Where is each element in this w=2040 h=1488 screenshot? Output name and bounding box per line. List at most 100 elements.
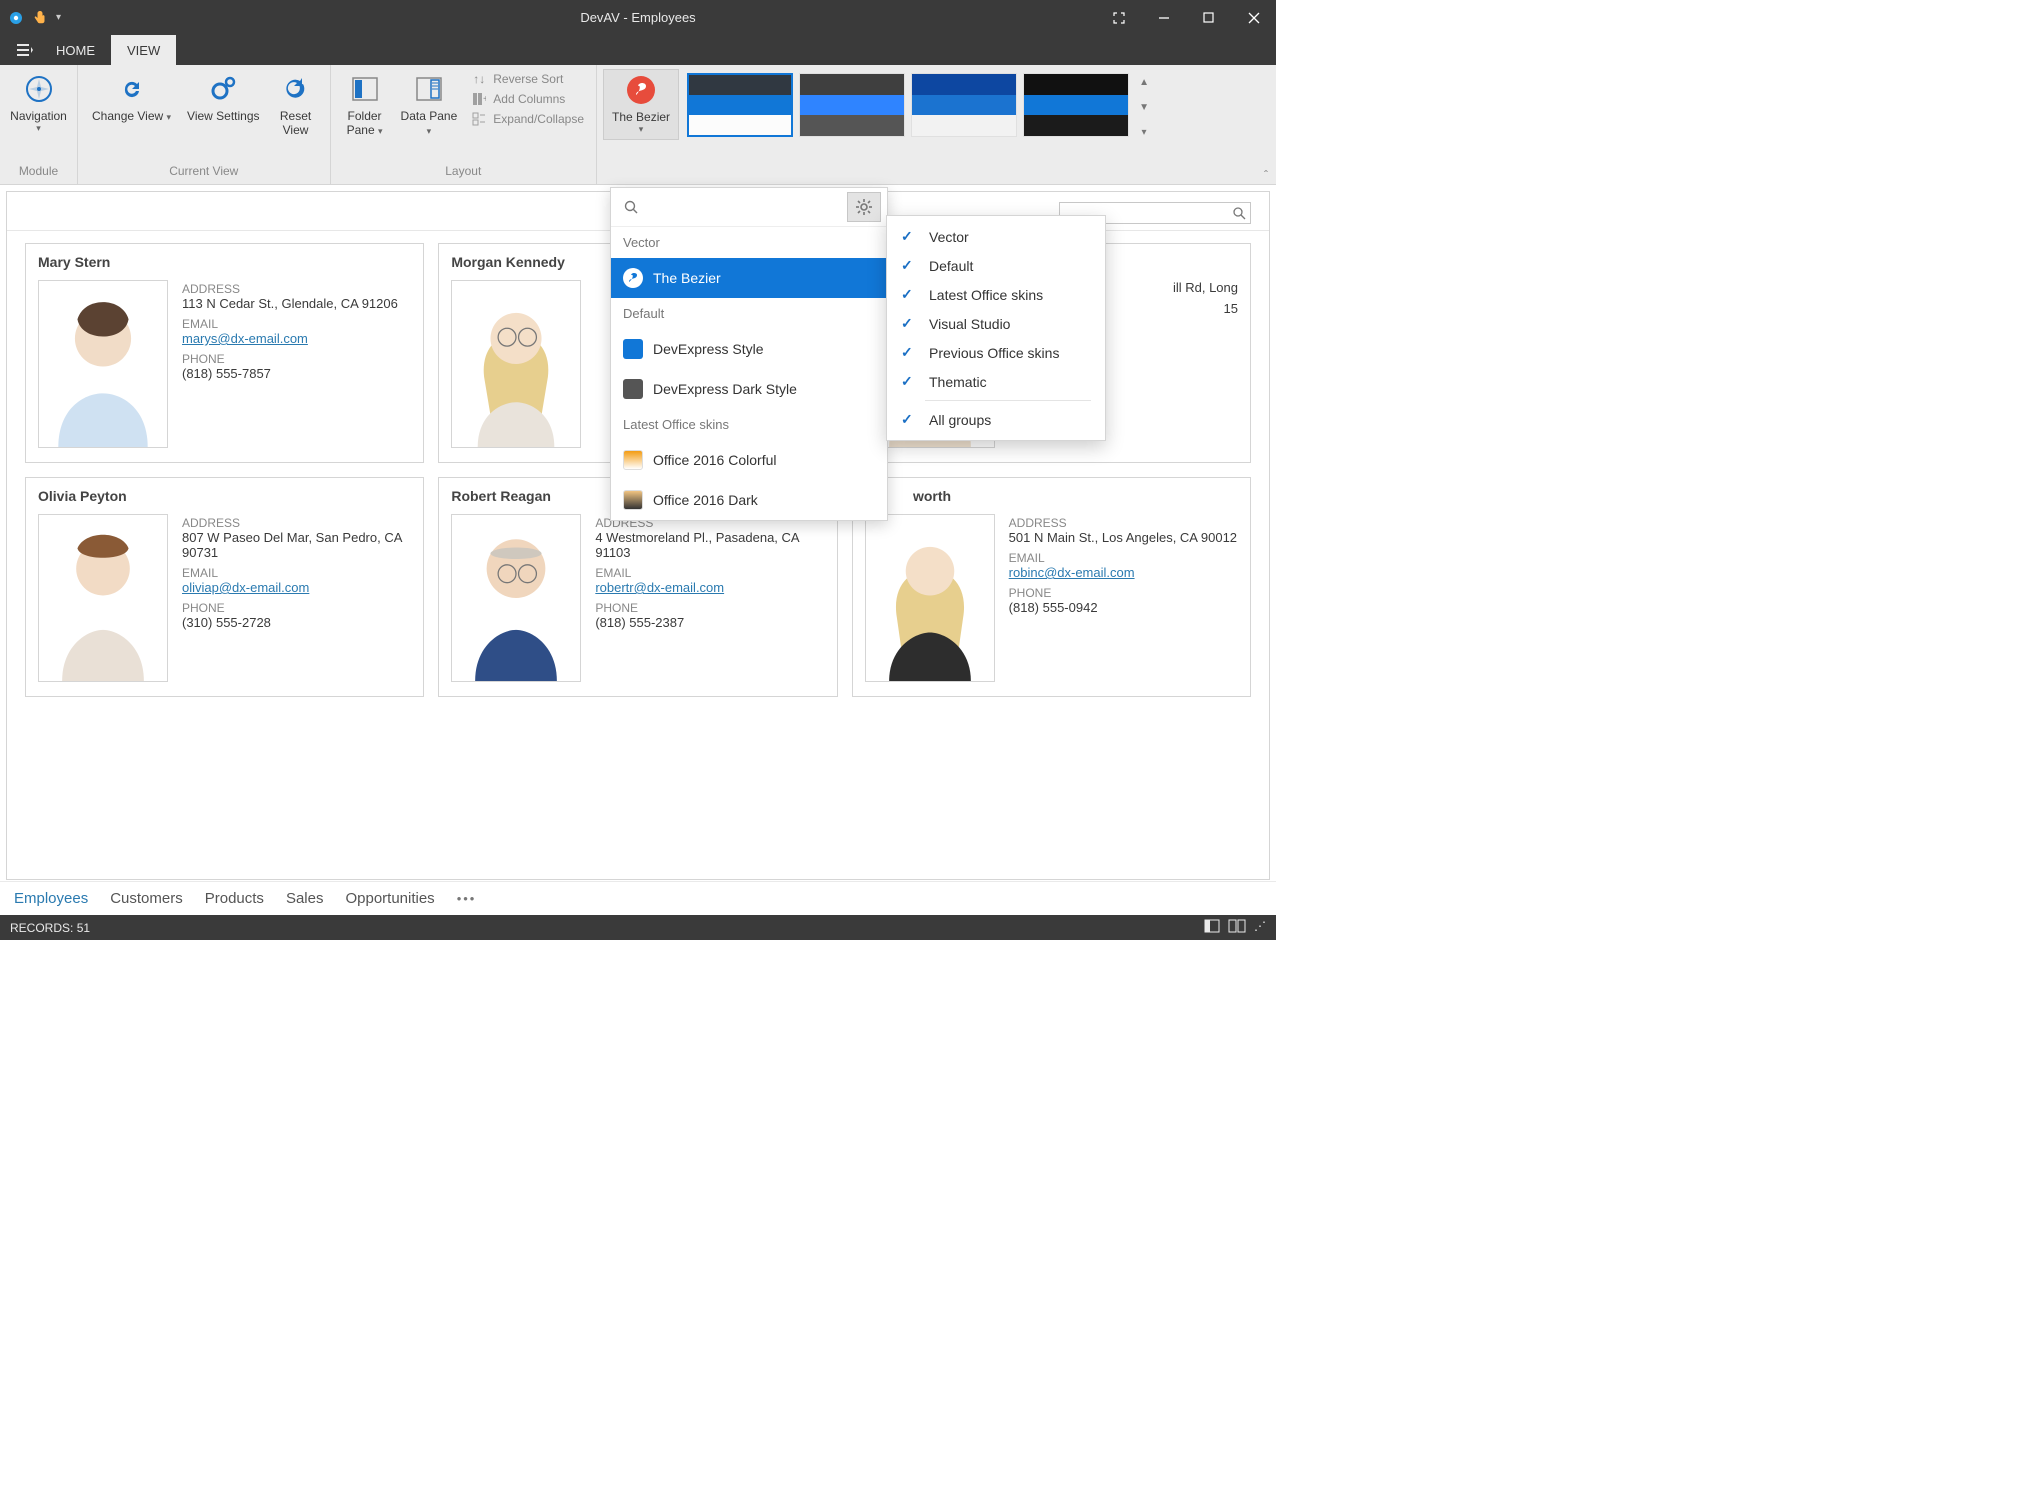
check-icon: ✓: [901, 257, 917, 274]
folder-pane-button[interactable]: FolderPane ▾: [337, 69, 393, 142]
flyout-item-previous-office[interactable]: ✓Previous Office skins: [887, 338, 1105, 367]
fullscreen-icon[interactable]: [1096, 0, 1141, 35]
tab-view[interactable]: VIEW: [111, 35, 176, 65]
nav-products[interactable]: Products: [205, 890, 264, 907]
email-link[interactable]: oliviap@dx-email.com: [182, 580, 309, 595]
reset-view-button[interactable]: ResetView: [268, 69, 324, 142]
flyout-item-latest-office[interactable]: ✓Latest Office skins: [887, 280, 1105, 309]
employee-name: Mary Stern: [38, 254, 411, 270]
gear-icon: [207, 73, 239, 105]
employee-card[interactable]: Mary Stern ADDRESS 113 N Cedar St., Glen…: [25, 243, 424, 463]
avatar: [451, 280, 581, 448]
maximize-button[interactable]: [1186, 0, 1231, 35]
data-pane-icon: [413, 73, 445, 105]
swatch-1[interactable]: [687, 73, 793, 137]
chevron-down-icon: ▾: [167, 112, 172, 122]
skin-swatch-icon: [623, 339, 643, 359]
minimize-button[interactable]: [1141, 0, 1186, 35]
check-icon: ✓: [901, 344, 917, 361]
skin-item-office2016-colorful[interactable]: Office 2016 Colorful: [611, 440, 887, 480]
skin-dropdown-button[interactable]: The Bezier ▾: [603, 69, 679, 140]
navigation-button[interactable]: Navigation ▾: [6, 69, 71, 138]
resize-grip-icon[interactable]: ⋰: [1254, 919, 1266, 936]
refresh-icon: [116, 73, 148, 105]
nav-employees[interactable]: Employees: [14, 890, 88, 907]
reading-pane-icon[interactable]: [1228, 919, 1246, 936]
bezier-logo-icon: [623, 268, 643, 288]
collapse-ribbon-icon[interactable]: ˆ: [1264, 168, 1268, 182]
avatar: [865, 514, 995, 682]
skin-swatch-icon: [623, 450, 643, 470]
nav-sales[interactable]: Sales: [286, 890, 324, 907]
qat-dropdown-icon[interactable]: ▾: [56, 12, 61, 23]
skin-item-office2016-dark[interactable]: Office 2016 Dark: [611, 480, 887, 520]
nav-customers[interactable]: Customers: [110, 890, 183, 907]
sort-icon: ↑↓: [471, 71, 487, 87]
skin-settings-button[interactable]: [847, 192, 881, 222]
swatch-3[interactable]: [911, 73, 1017, 137]
reverse-sort-button[interactable]: ↑↓Reverse Sort: [471, 71, 584, 87]
bezier-logo-icon: [625, 74, 657, 106]
gallery-up-icon[interactable]: ▲: [1139, 77, 1149, 88]
swatch-2[interactable]: [799, 73, 905, 137]
avatar: [38, 280, 168, 448]
view-settings-button[interactable]: View Settings: [179, 69, 268, 127]
expand-collapse-button[interactable]: Expand/Collapse: [471, 111, 584, 127]
data-pane-button[interactable]: Data Pane▾: [393, 69, 466, 142]
skin-item-devexpress-dark[interactable]: DevExpress Dark Style: [611, 369, 887, 409]
flyout-item-thematic[interactable]: ✓Thematic: [887, 367, 1105, 396]
divider: [925, 400, 1091, 401]
flyout-item-all-groups[interactable]: ✓All groups: [887, 405, 1105, 434]
records-status: RECORDS: 51: [10, 921, 90, 935]
employee-name: Xxxxxxworth: [865, 488, 1238, 504]
skin-swatch-icon: [623, 490, 643, 510]
check-icon: ✓: [901, 373, 917, 390]
close-button[interactable]: [1231, 0, 1276, 35]
window-title: DevAV - Employees: [0, 10, 1276, 25]
skin-gallery[interactable]: ▲ ▼ ▾: [687, 69, 1153, 138]
add-columns-button[interactable]: +Add Columns: [471, 91, 584, 107]
search-icon: [1232, 206, 1246, 220]
nav-overflow-icon[interactable]: •••: [457, 891, 477, 906]
skin-groups-flyout: ✓Vector ✓Default ✓Latest Office skins ✓V…: [886, 215, 1106, 441]
employee-name: Olivia Peyton: [38, 488, 411, 504]
skin-item-the-bezier[interactable]: The Bezier: [611, 258, 887, 298]
skin-picker-panel: Vector The Bezier Default DevExpress Sty…: [610, 187, 888, 521]
change-view-button[interactable]: Change View ▾: [84, 69, 179, 127]
layout-toggle-icon[interactable]: [1204, 919, 1220, 936]
email-link[interactable]: marys@dx-email.com: [182, 331, 308, 346]
search-icon: [623, 199, 639, 215]
skin-swatch-icon: [623, 379, 643, 399]
expand-collapse-icon: [471, 111, 487, 127]
check-icon: ✓: [901, 228, 917, 245]
flyout-item-default[interactable]: ✓Default: [887, 251, 1105, 280]
nav-opportunities[interactable]: Opportunities: [345, 890, 434, 907]
employee-card[interactable]: Xxxxxxworth ADDRESS 501 N Main St., Los …: [852, 477, 1251, 697]
columns-icon: +: [471, 91, 487, 107]
employee-card[interactable]: Olivia Peyton ADDRESS 807 W Paseo Del Ma…: [25, 477, 424, 697]
tab-home[interactable]: HOME: [40, 35, 111, 65]
email-link[interactable]: robinc@dx-email.com: [1009, 565, 1135, 580]
chevron-down-icon: ▾: [639, 124, 644, 135]
gallery-down-icon[interactable]: ▼: [1139, 102, 1149, 113]
file-menu-icon[interactable]: [10, 35, 40, 65]
email-link[interactable]: robertr@dx-email.com: [595, 580, 724, 595]
touch-mode-icon[interactable]: [32, 10, 48, 26]
compass-icon: [23, 73, 55, 105]
swatch-4[interactable]: [1023, 73, 1129, 137]
undo-icon: [280, 73, 312, 105]
check-icon: ✓: [901, 286, 917, 303]
svg-text:+: +: [483, 94, 486, 105]
skin-search-input[interactable]: [645, 196, 843, 218]
chevron-down-icon: ▾: [36, 123, 41, 134]
gallery-more-icon[interactable]: ▾: [1142, 127, 1147, 138]
avatar: [38, 514, 168, 682]
avatar: [451, 514, 581, 682]
gear-icon: [855, 198, 873, 216]
flyout-item-vector[interactable]: ✓Vector: [887, 222, 1105, 251]
folder-pane-icon: [349, 73, 381, 105]
product-icon: [8, 10, 24, 26]
skin-item-devexpress-style[interactable]: DevExpress Style: [611, 329, 887, 369]
flyout-item-visual-studio[interactable]: ✓Visual Studio: [887, 309, 1105, 338]
check-icon: ✓: [901, 315, 917, 332]
